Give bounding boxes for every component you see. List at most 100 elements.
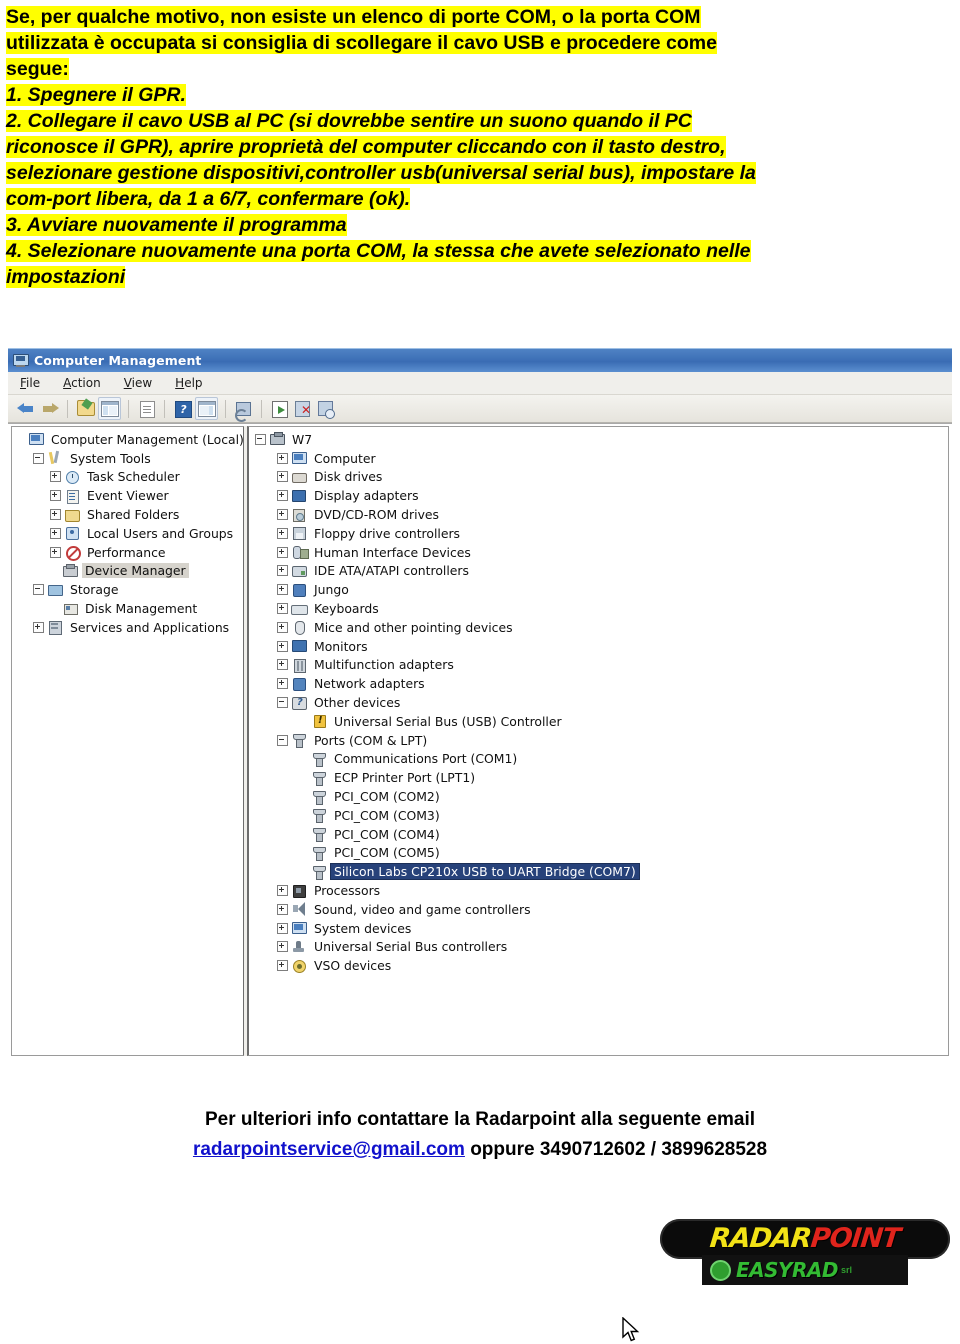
expand-plus-icon[interactable] [50,509,61,521]
instruction-line-7: selezionare gestione dispositivi,control… [6,160,954,186]
expand-plus-icon[interactable] [50,527,61,539]
expand-plus-icon[interactable] [277,903,288,915]
expand-plus-icon[interactable] [277,603,288,615]
properties-button[interactable] [136,398,157,419]
device-tree-item-row[interactable]: Other devices [249,693,948,712]
menu-item-file[interactable]: File [20,376,40,390]
device-tree-item-row[interactable]: Universal Serial Bus (USB) Controller [249,712,948,731]
device-tree-item-row[interactable]: Computer [249,449,948,468]
expand-plus-icon[interactable] [277,621,288,633]
device-tree-item-row[interactable]: Communications Port (COM1) [249,750,948,769]
device-tree-item-row[interactable]: PCI_COM (COM3) [249,806,948,825]
device-tree-item-row[interactable]: Universal Serial Bus controllers [249,938,948,957]
console-tree-item-row[interactable]: Computer Management (Local) [12,430,243,449]
console-tree-item-label: Computer Management (Local) [51,431,244,447]
expand-plus-icon[interactable] [277,659,288,671]
device-tree-item-label: Silicon Labs CP210x USB to UART Bridge (… [331,864,639,880]
scan-hardware-changes-button[interactable] [315,398,336,419]
floppy-controller-icon [291,526,307,541]
expand-plus-icon[interactable] [277,922,288,934]
collapse-minus-icon[interactable] [277,697,288,709]
device-tree-item-row[interactable]: Disk drives [249,468,948,487]
device-tree-item-row[interactable]: System devices [249,919,948,938]
mouse-icon [291,620,307,636]
menu-item-view[interactable]: View [124,376,152,390]
collapse-minus-icon[interactable] [33,584,44,596]
toolbar-separator [128,399,129,418]
expand-plus-icon[interactable] [277,490,288,502]
action-pane-toggle-button[interactable] [195,397,218,420]
device-tree-item-row[interactable]: Floppy drive controllers [249,524,948,543]
expand-plus-icon[interactable] [277,452,288,464]
console-tree-item-row[interactable]: System Tools [12,449,243,468]
device-tree-item-row[interactable]: ECP Printer Port (LPT1) [249,768,948,787]
device-tree-item-row[interactable]: IDE ATA/ATAPI controllers [249,562,948,581]
console-tree-item-row[interactable]: Performance [12,543,243,562]
refresh-button[interactable] [233,398,254,422]
console-tree-item-row[interactable]: Shared Folders [12,505,243,524]
expand-plus-icon[interactable] [50,490,61,502]
device-tree-item-row[interactable]: Multifunction adapters [249,656,948,675]
device-tree-item-row[interactable]: DVD/CD-ROM drives [249,505,948,524]
update-driver-button[interactable] [269,398,290,419]
console-tree-item-row[interactable]: Services and Applications [12,618,243,637]
expand-plus-icon[interactable] [277,509,288,521]
device-tree-item-row[interactable]: Mice and other pointing devices [249,618,948,637]
collapse-minus-icon[interactable] [277,734,288,746]
expand-plus-icon[interactable] [50,546,61,558]
folder-up-button[interactable] [75,398,96,419]
device-tree-item-row[interactable]: Ports (COM & LPT) [249,731,948,750]
expand-plus-icon[interactable] [277,471,288,483]
device-tree-item-row[interactable]: W7 [249,430,948,449]
expand-plus-icon[interactable] [277,546,288,558]
device-tree-item-row[interactable]: Monitors [249,637,948,656]
help-button[interactable]: ? [172,398,193,419]
console-tree-item-row[interactable]: Local Users and Groups [12,524,243,543]
expand-plus-icon[interactable] [277,960,288,972]
device-tree-item-row[interactable]: Network adapters [249,674,948,693]
email-link[interactable]: radarpointservice@gmail.com [193,1139,465,1160]
expand-plus-icon[interactable] [277,678,288,690]
device-tree-item-row[interactable]: VSO devices [249,956,948,975]
expand-plus-icon[interactable] [50,471,61,483]
device-tree-item-row[interactable]: Keyboards [249,599,948,618]
device-tree-item-row[interactable]: PCI_COM (COM5) [249,844,948,863]
device-tree-item-row[interactable]: Human Interface Devices [249,543,948,562]
console-tree-pane[interactable]: Computer Management (Local) System Tools T… [11,426,245,1056]
console-tree-item-row[interactable]: Event Viewer [12,486,243,505]
expand-plus-icon[interactable] [277,584,288,596]
jungo-icon [291,583,307,597]
expand-plus-icon[interactable] [33,621,44,633]
menu-item-action[interactable]: Action [63,376,101,390]
uninstall-device-button[interactable] [292,398,313,419]
device-tree-item-row[interactable]: Silicon Labs CP210x USB to UART Bridge (… [249,862,948,881]
console-tree-item-row[interactable]: Device Manager [12,562,243,581]
expand-plus-icon[interactable] [277,565,288,577]
console-tree-item-row[interactable]: Disk Management [12,599,243,618]
expand-plus-icon[interactable] [277,640,288,652]
device-tree-item-row[interactable]: PCI_COM (COM2) [249,787,948,806]
device-tree-item-label: W7 [292,431,313,447]
console-tree-item-row[interactable]: Task Scheduler [12,468,243,487]
forward-button[interactable] [39,398,60,419]
console-tree-item-row[interactable]: Storage [12,580,243,599]
device-tree-item-row[interactable]: Display adapters [249,486,948,505]
expand-plus-icon[interactable] [277,885,288,897]
port-icon [311,790,327,805]
expand-plus-icon[interactable] [277,941,288,953]
event-viewer-icon [64,489,80,504]
device-tree-item-row[interactable]: Jungo [249,580,948,599]
device-tree-pane[interactable]: W7 Computer Disk drives Display adapters DVD… [247,426,949,1056]
console-tree-toggle-button[interactable] [98,397,121,420]
expand-plus-icon[interactable] [277,527,288,539]
instruction-text: riconosce il GPR), aprire proprietà del … [6,136,726,158]
collapse-minus-icon[interactable] [255,433,266,445]
device-tree-item-row[interactable]: PCI_COM (COM4) [249,825,948,844]
device-tree-item-label: Sound, video and game controllers [314,901,531,917]
port-icon [311,846,327,861]
device-tree-item-row[interactable]: Processors [249,881,948,900]
menu-item-help[interactable]: Help [175,376,202,390]
device-tree-item-row[interactable]: Sound, video and game controllers [249,900,948,919]
back-button[interactable] [16,398,37,419]
collapse-minus-icon[interactable] [33,452,44,464]
